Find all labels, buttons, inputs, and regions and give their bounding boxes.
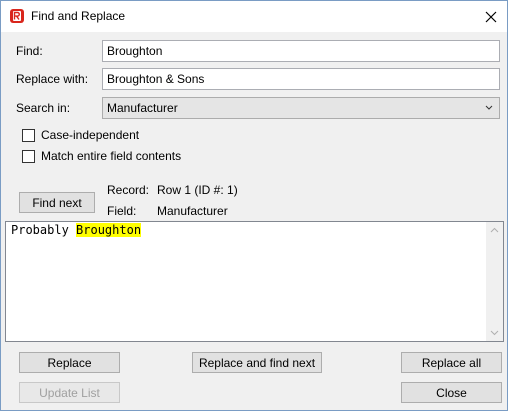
replace-input[interactable]	[102, 68, 500, 90]
case-independent-checkbox[interactable]	[22, 128, 35, 142]
case-independent-label: Case-independent	[41, 128, 140, 142]
app-logo-icon	[10, 9, 24, 23]
record-value: Row 1 (ID #: 1)	[157, 183, 238, 197]
chevron-down-icon	[485, 105, 493, 110]
record-preview[interactable]: Probably Broughton	[5, 221, 504, 342]
search-in-select[interactable]: Manufacturer	[102, 97, 500, 119]
find-input[interactable]	[102, 40, 500, 62]
preview-match-highlight: Broughton	[76, 223, 142, 237]
field-value: Manufacturer	[157, 204, 228, 218]
find-replace-dialog: Find and Replace Find: Replace with: Sea…	[0, 0, 508, 411]
preview-text: Probably Broughton	[11, 223, 142, 238]
replace-all-button[interactable]: Replace all	[401, 352, 502, 373]
search-in-label: Search in:	[16, 101, 71, 115]
match-entire-option[interactable]: Match entire field contents	[22, 149, 181, 163]
case-independent-option[interactable]: Case-independent	[22, 128, 139, 142]
title-bar: Find and Replace	[1, 1, 507, 32]
window-title: Find and Replace	[31, 9, 126, 23]
find-label: Find:	[16, 44, 43, 58]
replace-and-find-next-button[interactable]: Replace and find next	[192, 352, 322, 373]
replace-button[interactable]: Replace	[19, 352, 120, 373]
match-entire-checkbox[interactable]	[22, 149, 35, 163]
scroll-up-icon[interactable]	[489, 225, 500, 236]
preview-scrollbar[interactable]	[486, 222, 503, 341]
match-entire-label: Match entire field contents	[41, 149, 182, 163]
record-label: Record:	[107, 183, 150, 197]
update-list-button[interactable]: Update List	[19, 382, 120, 403]
search-in-value: Manufacturer	[107, 101, 178, 115]
window-close-button[interactable]	[471, 1, 508, 32]
find-next-button[interactable]: Find next	[19, 192, 95, 213]
close-button[interactable]: Close	[401, 382, 502, 403]
replace-label: Replace with:	[16, 72, 89, 86]
field-label: Field:	[107, 204, 137, 218]
close-icon	[485, 11, 497, 22]
preview-before-text: Probably	[11, 223, 77, 237]
scroll-down-icon[interactable]	[489, 327, 500, 338]
